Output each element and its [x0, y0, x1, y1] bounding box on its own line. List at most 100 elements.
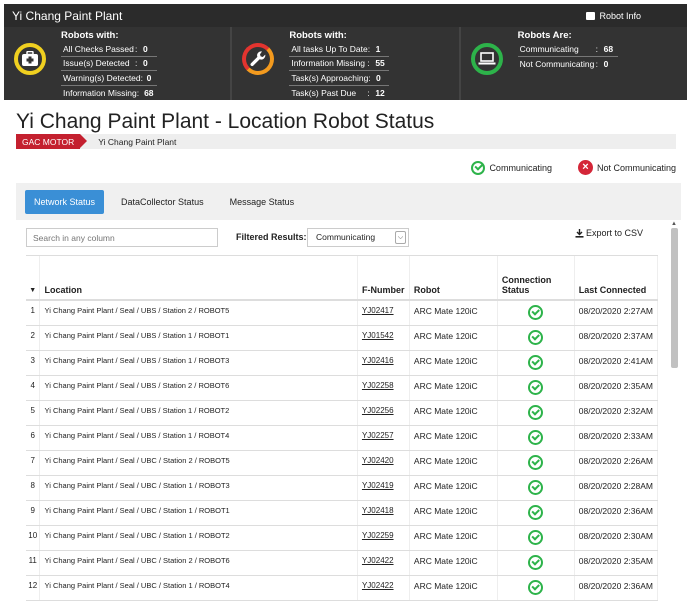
checks-stats: Robots with: All Checks Passed:0 Issue(s…: [61, 30, 224, 100]
col-fnumber[interactable]: F-Number: [357, 256, 410, 301]
stat-row[interactable]: All tasks Up To Date:1: [289, 42, 390, 57]
table-row[interactable]: 6 Yi Chang Paint Plant / Seal / UBS / Sta…: [26, 425, 658, 451]
sort-icon[interactable]: ▼: [26, 256, 41, 301]
robot-cell: ARC Mate 120iC: [409, 350, 498, 376]
table-row[interactable]: 1 Yi Chang Paint Plant / Seal / UBS / Sta…: [26, 300, 658, 326]
fnumber-link[interactable]: YJ02420: [357, 450, 410, 476]
stat-row[interactable]: Issue(s) Detected:0: [61, 57, 157, 71]
robot-cell: ARC Mate 120iC: [409, 375, 498, 401]
robot-info-link[interactable]: Robot Info: [586, 11, 641, 21]
stat-row[interactable]: Not Communicating:0: [518, 57, 618, 72]
connection-cell: [497, 550, 575, 576]
table-row[interactable]: 3 Yi Chang Paint Plant / Seal / UBS / Sta…: [26, 350, 658, 376]
fnumber-link[interactable]: YJ02257: [357, 425, 410, 451]
check-circle-icon: [528, 579, 544, 595]
check-circle-icon: [528, 379, 544, 395]
fnumber-link[interactable]: YJ02419: [357, 475, 410, 501]
stat-row[interactable]: Warning(s) Detected:0: [61, 71, 157, 86]
location-cell: Yi Chang Paint Plant / Seal / UBC / Stat…: [39, 450, 358, 476]
row-number: 4: [26, 375, 41, 401]
panel-head: Robots with:: [289, 30, 347, 41]
location-cell: Yi Chang Paint Plant / Seal / UBS / Stat…: [39, 400, 358, 426]
row-number: 3: [26, 350, 41, 376]
chevron-down-icon: ⌵: [395, 231, 406, 244]
table-row[interactable]: 12 Yi Chang Paint Plant / Seal / UBC / St…: [26, 575, 658, 601]
stat-row[interactable]: Communicating:68: [517, 42, 618, 57]
table-row[interactable]: 2 Yi Chang Paint Plant / Seal / UBS / Sta…: [26, 325, 658, 351]
fnumber-link[interactable]: YJ02422: [357, 575, 410, 601]
legend-communicating: Communicating: [471, 160, 552, 175]
tasks-panel[interactable]: Robots with: All tasks Up To Date:1 Info…: [232, 27, 461, 100]
fnumber-link[interactable]: YJ02417: [357, 300, 410, 326]
check-circle-icon: [528, 529, 544, 545]
row-number: 2: [26, 325, 41, 351]
scroll-up-icon[interactable]: ▲: [669, 220, 679, 228]
fnumber-link[interactable]: YJ02418: [357, 500, 410, 526]
tasks-stats: Robots with: All tasks Up To Date:1 Info…: [289, 30, 452, 100]
stat-row[interactable]: All Checks Passed:0: [61, 42, 157, 57]
stat-row[interactable]: Information Missing:55: [289, 57, 390, 71]
fnumber-link[interactable]: YJ02258: [357, 375, 410, 401]
check-circle-icon: [528, 454, 544, 470]
search-input[interactable]: [26, 228, 218, 247]
panel-head: Robots with:: [61, 30, 119, 41]
robot-cell: ARC Mate 120iC: [409, 450, 498, 476]
last-connected-cell: 08/20/2020 2:36AM: [574, 500, 658, 526]
connection-cell: [497, 575, 575, 601]
tab-message-status[interactable]: Message Status: [221, 190, 304, 214]
stat-row[interactable]: Task(s) Past Due:12: [289, 86, 389, 101]
table-row[interactable]: 4 Yi Chang Paint Plant / Seal / UBS / Sta…: [26, 375, 658, 401]
location-cell: Yi Chang Paint Plant / Seal / UBC / Stat…: [39, 500, 358, 526]
first-aid-icon: [14, 43, 46, 75]
top-bar: Yi Chang Paint Plant Robot Info: [4, 4, 687, 27]
filter-select[interactable]: Communicating ⌵: [307, 228, 409, 247]
fnumber-link[interactable]: YJ02422: [357, 550, 410, 576]
breadcrumb-root[interactable]: GAC MOTOR: [16, 134, 88, 149]
stat-row[interactable]: Task(s) Approaching:0: [289, 71, 390, 86]
col-connection-status[interactable]: Connection Status: [497, 256, 575, 301]
tab-network-status[interactable]: Network Status: [25, 189, 105, 214]
robot-cell: ARC Mate 120iC: [409, 525, 498, 551]
robot-table-wrap: ▼ Location F-Number Robot Connection Sta…: [26, 255, 658, 601]
laptop-icon: [470, 43, 503, 75]
row-number: 8: [26, 475, 41, 501]
scroll-thumb[interactable]: [670, 228, 678, 368]
fnumber-link[interactable]: YJ01542: [357, 325, 410, 351]
robot-cell: ARC Mate 120iC: [409, 325, 498, 351]
table-row[interactable]: 9 Yi Chang Paint Plant / Seal / UBC / Sta…: [26, 500, 658, 526]
table-row[interactable]: 10 Yi Chang Paint Plant / Seal / UBC / St…: [26, 525, 658, 551]
tab-content: Filtered Results: Communicating ⌵ Export…: [16, 220, 681, 601]
connection-cell: [497, 425, 575, 451]
location-cell: Yi Chang Paint Plant / Seal / UBS / Stat…: [39, 300, 358, 326]
tab-datacollector-status[interactable]: DataCollector Status: [112, 190, 213, 214]
connection-cell: [497, 525, 575, 551]
fnumber-link[interactable]: YJ02256: [357, 400, 410, 426]
fnumber-link[interactable]: YJ02259: [357, 525, 410, 551]
row-number: 6: [26, 425, 41, 451]
location-cell: Yi Chang Paint Plant / Seal / UBS / Stat…: [39, 375, 358, 401]
col-last-connected[interactable]: Last Connected: [574, 256, 658, 301]
main-panel: Network Status DataCollector Status Mess…: [16, 183, 681, 601]
table-toolbar: Filtered Results: Communicating ⌵ Export…: [26, 228, 671, 250]
fnumber-link[interactable]: YJ02416: [357, 350, 410, 376]
robot-cell: ARC Mate 120iC: [409, 575, 498, 601]
table-row[interactable]: 5 Yi Chang Paint Plant / Seal / UBS / Sta…: [26, 400, 658, 426]
connection-cell: [497, 400, 575, 426]
export-csv-button[interactable]: Export to CSV: [575, 228, 643, 238]
check-circle-icon: [528, 504, 544, 520]
row-number: 10: [26, 525, 41, 551]
connection-cell: [497, 450, 575, 476]
col-robot[interactable]: Robot: [409, 256, 498, 301]
table-row[interactable]: 8 Yi Chang Paint Plant / Seal / UBC / Sta…: [26, 475, 658, 501]
scrollbar[interactable]: ▲: [669, 220, 679, 601]
x-circle-icon: ×: [577, 160, 593, 175]
checks-panel[interactable]: Robots with: All Checks Passed:0 Issue(s…: [4, 27, 233, 100]
table-row[interactable]: 11 Yi Chang Paint Plant / Seal / UBC / St…: [26, 550, 658, 576]
table-row[interactable]: 7 Yi Chang Paint Plant / Seal / UBC / Sta…: [26, 450, 658, 476]
stat-row[interactable]: Information Missing:68: [61, 86, 157, 101]
location-cell: Yi Chang Paint Plant / Seal / UBC / Stat…: [39, 550, 358, 576]
col-location[interactable]: Location: [39, 256, 358, 301]
comm-panel[interactable]: Robots Are: Communicating:68 Not Communi…: [461, 27, 687, 100]
connection-cell: [497, 325, 575, 351]
tab-bar: Network Status DataCollector Status Mess…: [16, 183, 681, 220]
